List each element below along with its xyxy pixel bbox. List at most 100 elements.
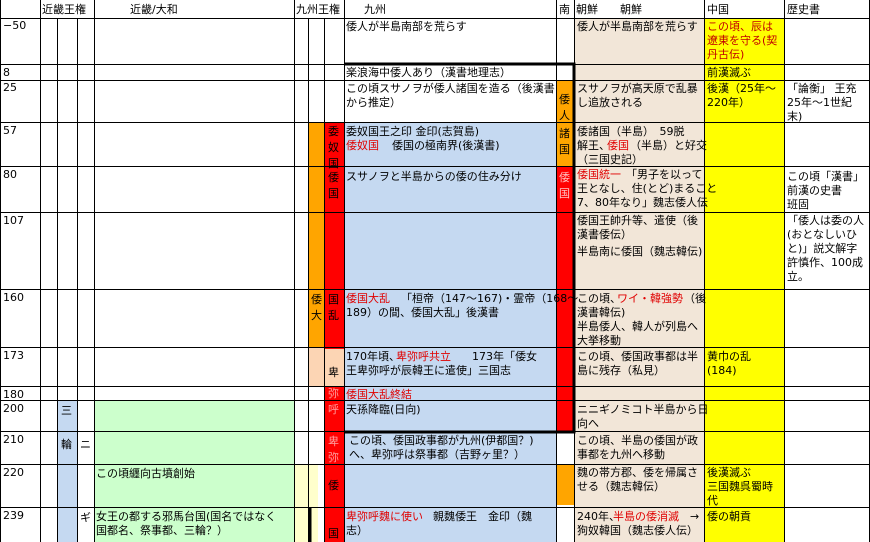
year-label: 173: [3, 349, 24, 362]
china-text: 遼東を守る(契: [707, 34, 778, 47]
korea-text: 向へ: [577, 417, 599, 430]
kyushu-text: 189）の間、倭国大乱」後漢書: [346, 306, 499, 319]
kyushu-text: 天孫降臨(日向): [346, 403, 421, 416]
china-text: 220年）: [707, 96, 750, 109]
year-label: 25: [3, 81, 17, 94]
year-label: 180: [3, 388, 24, 401]
kyushu-text: 173年「倭女: [472, 350, 537, 363]
korea-text: 狗奴韓国（魏志倭人伝）: [577, 524, 698, 537]
korea-text: （後: [684, 292, 706, 305]
china-text: 倭の朝貢: [707, 510, 751, 523]
yamato-text: 女王の都する邪馬台国(国名ではなく: [96, 510, 277, 523]
south-koku: 国: [559, 143, 570, 156]
header-korea-2: 朝鮮: [620, 3, 642, 16]
kyushu-text: この頃、倭国政事都が九州(伊都国？): [349, 434, 534, 447]
korea-text: この頃、半島の倭国が政: [577, 434, 698, 447]
kinki-wa: 輪: [61, 438, 72, 451]
korea-text: 倭諸国（半島） 59脱: [577, 125, 685, 138]
south-wakoku: 倭国: [559, 171, 570, 200]
kyushu-text: 170年頃、: [346, 350, 400, 363]
yamato-text: この頃纒向古墳創始: [96, 467, 195, 480]
korea-text: 王となし、住(とど)まること: [577, 182, 718, 195]
china-text: 代: [707, 494, 718, 507]
korea-text: 倭人が半島南部を荒らす: [577, 20, 698, 33]
kyushu-text: この頃スサノヲが倭人諸国を造る（後漢書: [346, 82, 555, 95]
year-label: 210: [3, 433, 24, 446]
kyushu-text-red: 卑弥呼共立: [396, 350, 451, 363]
korea-text: 半島南に倭国（魏志韓伝): [577, 245, 703, 258]
history-text: (おとなしいひ: [787, 228, 857, 241]
year-label: 107: [3, 214, 24, 227]
kyushu-kokuran: 国乱: [328, 293, 339, 322]
korea-text: 半島倭人、韓人が列島へ: [577, 320, 698, 333]
history-text: 立。: [787, 270, 809, 283]
year-label: −50: [3, 19, 27, 32]
korea-text: せる（魏志韓伝）: [577, 480, 665, 493]
kyushu-text: 楽浪海中倭人あり（漢書地理志）: [346, 66, 511, 79]
kyushu-himi: 卑: [328, 366, 339, 379]
china-text: 黄巾の乱: [707, 350, 751, 363]
kyushu-text: 委奴国王之印 金印(志賀島): [346, 125, 480, 138]
korea-text: 大挙移動: [577, 334, 621, 347]
history-text: この頃「漢書」: [787, 170, 864, 183]
korea-text: 「男子を以って: [626, 168, 703, 181]
china-text: 前漢滅ぶ: [707, 66, 751, 79]
kyushu-text: スサノヲと半島からの倭の住み分け: [346, 170, 522, 183]
korea-text: →: [690, 510, 700, 523]
header-china: 中国: [707, 3, 729, 16]
year-label: 160: [3, 291, 24, 304]
year-label: 8: [3, 66, 10, 79]
history-text: 「倭人は委の人: [787, 214, 864, 227]
kyushu-koku239: 国: [328, 527, 339, 540]
south-jin: 人: [559, 109, 570, 122]
china-text: 後漢滅ぶ: [707, 466, 751, 479]
korea-text: ニニギノミコト半島から日: [577, 403, 709, 416]
kyushu-himiko2: 卑弥: [328, 435, 339, 464]
kyushu-text: 王卑弥呼が辰韓王に遣使」三国志: [346, 364, 511, 377]
kinki-ni: ニ: [80, 438, 91, 451]
kyushu-text: へ、卑弥呼は祭事都（吉野ヶ里？）: [349, 448, 525, 461]
year-label: 200: [3, 402, 24, 415]
year-label: 220: [3, 466, 24, 479]
korea-text: 7、80年なり」魏志倭人伝: [577, 196, 708, 209]
header-kyushu-king: 九州王権: [296, 3, 340, 16]
china-text: 丹古伝): [707, 48, 745, 61]
korea-text: 倭国王帥升等、遣使（後: [577, 214, 698, 227]
korea-text: し追放される: [577, 96, 643, 109]
history-text: 25年～1世紀: [787, 96, 852, 109]
year-label: 57: [3, 124, 17, 137]
kyushu-text-red: 卑弥呼魏に使い: [346, 510, 423, 523]
kyushu-text: から推定）: [346, 96, 401, 109]
kyushu-text: 親魏倭王 金印（魏: [433, 510, 532, 523]
kinki-mi: 三: [61, 404, 72, 417]
kyushu-text-red: 倭国大乱終結: [346, 388, 412, 401]
china-text: (184): [707, 364, 737, 377]
korea-text: 漢書倭伝）: [577, 228, 632, 241]
kyushu-text-red: 倭奴国: [346, 139, 379, 152]
korea-text: この頃、倭国政事都は半: [577, 350, 698, 363]
korea-text: （三国史記）: [577, 153, 643, 166]
year-label: 239: [3, 509, 24, 522]
kyushu-text: 志）: [346, 524, 368, 537]
kyushu-text-red: 倭国大乱: [346, 292, 390, 305]
korea-text: スサノヲが高天原で乱暴: [577, 82, 698, 95]
korea-text: 事都を九州へ移動: [577, 448, 665, 461]
korea-text: この頃、: [577, 292, 621, 305]
kyushu-wakoku: 倭国: [328, 171, 339, 200]
south-wa: 倭: [559, 93, 570, 106]
kinki-gi: ギ: [80, 511, 91, 524]
history-text: 許慎作、100成: [787, 256, 863, 269]
history-text: 班固: [787, 198, 809, 211]
header-south: 南: [559, 3, 570, 16]
korea-text: 漢書韓伝): [577, 306, 626, 319]
korea-text-red: ワイ・韓強勢: [617, 292, 683, 305]
korea-text: 島に残存（私見）: [577, 364, 665, 377]
china-text: 後漢（25年～: [707, 82, 776, 95]
header-kinki-king: 近畿王権: [42, 3, 86, 16]
header-kyushu: 九州: [364, 3, 386, 16]
history-text: 「論衡」 王充: [787, 82, 857, 95]
china-text: この頃、辰は: [707, 20, 773, 33]
kyushu-wanakoku: 委奴国: [328, 125, 339, 170]
history-text: 前漢の史書: [787, 184, 842, 197]
year-label: 80: [3, 168, 17, 181]
